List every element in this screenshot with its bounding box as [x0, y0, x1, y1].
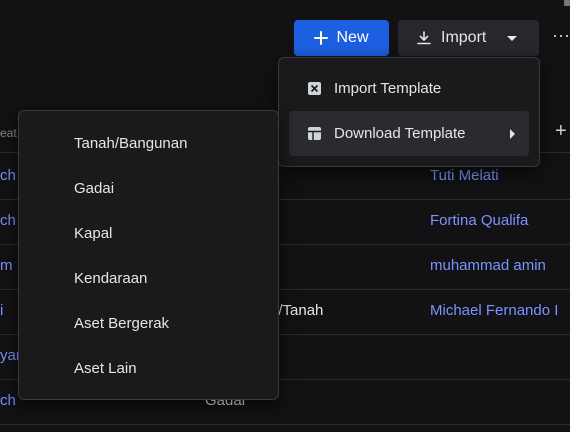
- import-button[interactable]: Import: [398, 20, 539, 56]
- import-button-label: Import: [441, 29, 487, 46]
- plus-icon: [314, 31, 329, 45]
- row-user-link[interactable]: muhammad amin: [430, 257, 546, 274]
- download-template-submenu: Tanah/Bangunan Gadai Kapal Kendaraan Ase…: [18, 110, 279, 400]
- excel-file-icon: [307, 81, 322, 96]
- more-options-icon[interactable]: ⋯: [552, 26, 570, 50]
- chevron-right-icon: [510, 128, 515, 139]
- download-template-label: Download Template: [334, 125, 466, 142]
- add-column-icon[interactable]: +: [555, 120, 567, 143]
- download-template-item[interactable]: Download Template: [289, 111, 529, 156]
- new-button-label: New: [336, 29, 369, 46]
- chevron-down-icon: [507, 35, 518, 41]
- row-user-link[interactable]: Tuti Melati: [430, 167, 499, 184]
- template-option-aset-lain[interactable]: Aset Lain: [19, 346, 278, 391]
- table-icon: [307, 126, 322, 141]
- new-button[interactable]: New: [294, 20, 389, 56]
- template-option-gadai[interactable]: Gadai: [19, 166, 278, 211]
- import-menu: Import Template Download Template: [278, 57, 540, 167]
- row-link[interactable]: ch: [0, 167, 16, 184]
- row-link[interactable]: i: [0, 302, 3, 319]
- row-link[interactable]: ch: [0, 392, 16, 409]
- import-template-item[interactable]: Import Template: [289, 66, 529, 111]
- row-link[interactable]: ch: [0, 212, 16, 229]
- corner-marker: [564, 0, 570, 6]
- template-option-aset-bergerak[interactable]: Aset Bergerak: [19, 301, 278, 346]
- row-user-link[interactable]: Fortina Qualifa: [430, 212, 528, 229]
- column-header[interactable]: eat: [0, 126, 17, 140]
- row-link[interactable]: m: [0, 257, 13, 274]
- row-user-link[interactable]: Michael Fernando I: [430, 302, 558, 319]
- download-icon: [416, 30, 432, 46]
- template-option-kendaraan[interactable]: Kendaraan: [19, 256, 278, 301]
- template-option-kapal[interactable]: Kapal: [19, 211, 278, 256]
- template-option-tanah-bangunan[interactable]: Tanah/Bangunan: [19, 121, 278, 166]
- import-template-label: Import Template: [334, 80, 442, 97]
